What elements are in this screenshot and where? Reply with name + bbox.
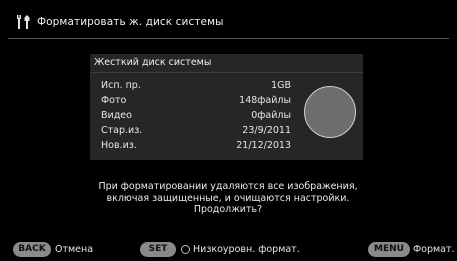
header-divider <box>8 38 449 39</box>
info-label: Исп. пр. <box>101 80 141 91</box>
info-label: Фото <box>101 95 127 106</box>
info-label: Нов.из. <box>101 140 137 151</box>
info-row-usage: Исп. пр. 1GB <box>101 80 291 94</box>
info-row-videos: Видео 0файлы <box>101 110 291 124</box>
info-value: 0файлы <box>251 110 291 121</box>
set-label: Низкоуровн. формат. <box>193 244 300 255</box>
disk-info-panel: Жесткий диск системы Исп. пр. 1GB Фото 1… <box>90 54 363 160</box>
format-dialog: Форматировать ж. диск системы Жесткий ди… <box>0 0 457 261</box>
message-line: включая защищенные, и очищаются настройк… <box>106 192 350 204</box>
menu-label: Формат. <box>413 244 455 255</box>
tools-icon <box>16 14 32 30</box>
header: Форматировать ж. диск системы <box>16 12 224 32</box>
disk-usage-circle <box>304 86 356 138</box>
back-button[interactable]: BACK <box>13 242 51 257</box>
info-value: 23/9/2011 <box>242 125 291 136</box>
panel-divider <box>90 72 363 73</box>
info-label: Стар.из. <box>101 125 143 136</box>
info-row-newest: Нов.из. 21/12/2013 <box>101 140 291 154</box>
info-label: Видео <box>101 110 132 121</box>
radio-icon[interactable] <box>181 245 190 254</box>
panel-title: Жесткий диск системы <box>94 57 212 68</box>
info-row-photos: Фото 148файлы <box>101 95 291 109</box>
message-line: Продолжить? <box>193 204 263 215</box>
info-value: 21/12/2013 <box>236 140 291 151</box>
info-value: 1GB <box>271 80 291 91</box>
back-label: Отмена <box>55 244 94 255</box>
menu-button[interactable]: MENU <box>368 242 410 257</box>
page-title: Форматировать ж. диск системы <box>37 16 224 28</box>
set-button[interactable]: SET <box>140 242 176 257</box>
info-row-oldest: Стар.из. 23/9/2011 <box>101 125 291 139</box>
info-value: 148файлы <box>239 95 291 106</box>
footer-bar: BACK Отмена SET Низкоуровн. формат. MENU… <box>0 242 457 258</box>
confirmation-message: При форматировании удаляются все изображ… <box>90 181 366 216</box>
message-line: При форматировании удаляются все изображ… <box>98 181 358 192</box>
